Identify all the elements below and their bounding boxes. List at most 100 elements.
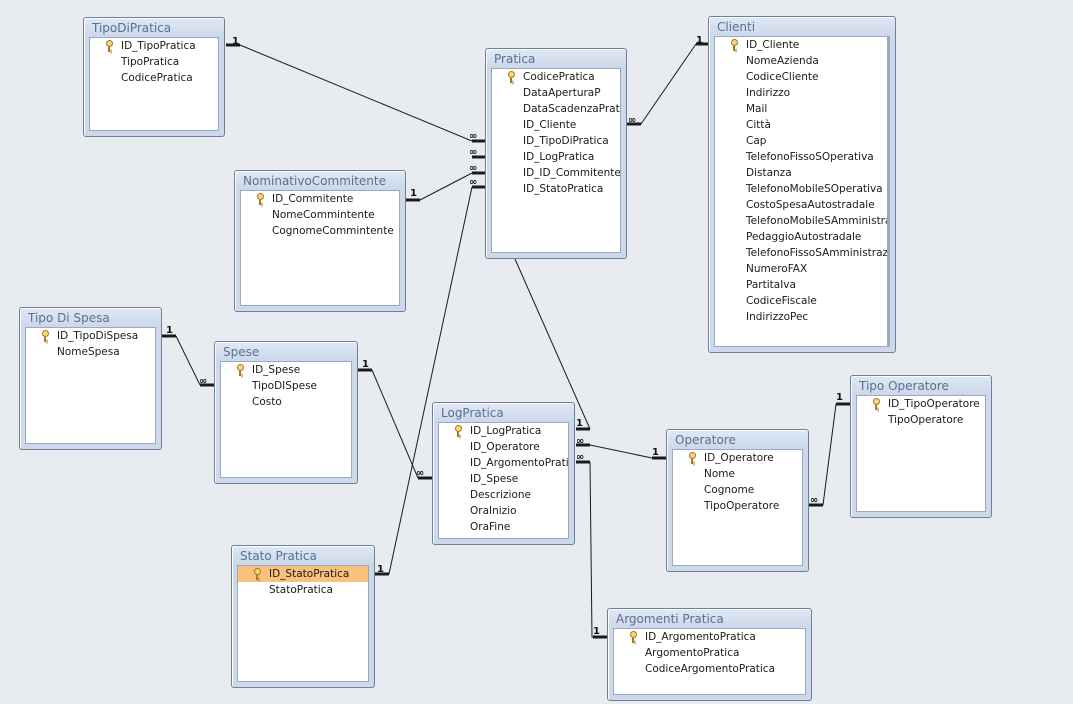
relationship-line xyxy=(822,403,837,506)
cardinality-one-label: 1 xyxy=(377,564,384,575)
table-stato-pratica[interactable]: Stato Pratica ID_StatoPratica StatoPrati… xyxy=(231,545,375,688)
table-log-pratica[interactable]: LogPratica ID_LogPratica ID_Operatore ID… xyxy=(432,402,575,545)
field-row[interactable]: Distanza xyxy=(715,165,887,181)
field-row[interactable]: PedaggioAutostradale xyxy=(715,229,887,245)
field-list: ID_StatoPratica StatoPratica xyxy=(237,565,369,682)
field-row[interactable]: TelefonoMobileSOperativa xyxy=(715,181,887,197)
field-row[interactable]: NomeSpesa xyxy=(26,344,155,360)
table-title[interactable]: NominativoCommitente xyxy=(241,171,399,190)
field-row[interactable]: NomeAzienda xyxy=(715,53,887,69)
field-row[interactable]: Nome xyxy=(673,466,802,482)
field-row[interactable]: ID_TipoDiPratica xyxy=(492,133,620,149)
field-row[interactable]: Cognome xyxy=(673,482,802,498)
field-row[interactable]: Costo xyxy=(221,394,351,410)
field-row[interactable]: TelefonoMobileSAmministrazi xyxy=(715,213,887,229)
field-row[interactable]: ID_Cliente xyxy=(715,37,887,53)
field-row[interactable]: TipoOperatore xyxy=(857,412,985,428)
table-title[interactable]: Tipo Di Spesa xyxy=(26,308,155,327)
field-row[interactable]: ID_TipoDiSpesa xyxy=(26,328,155,344)
table-spese[interactable]: Spese ID_Spese TipoDISpese Costo xyxy=(214,341,358,484)
cardinality-one-label: 1 xyxy=(836,392,843,403)
cardinality-many-label: ∞ xyxy=(469,177,477,188)
cardinality-many-label: ∞ xyxy=(199,376,207,387)
field-row[interactable]: ID_ArgomentoPratica xyxy=(439,455,568,471)
table-tipo-di-spesa[interactable]: Tipo Di Spesa ID_TipoDiSpesa NomeSpesa xyxy=(19,307,162,450)
field-row[interactable]: DataAperturaP xyxy=(492,85,620,101)
cardinality-many-label: ∞ xyxy=(628,115,636,126)
field-row[interactable]: ID_Operatore xyxy=(439,439,568,455)
table-title[interactable]: Pratica xyxy=(492,49,620,68)
field-row[interactable]: CodicePratica xyxy=(90,70,218,86)
field-row[interactable]: ID_Spese xyxy=(439,471,568,487)
field-row[interactable]: ID_TipoPratica xyxy=(90,38,218,54)
table-operatore[interactable]: Operatore ID_Operatore Nome Cognome Tipo… xyxy=(666,429,809,572)
table-title[interactable]: LogPratica xyxy=(439,403,568,422)
table-title[interactable]: Spese xyxy=(221,342,351,361)
field-row[interactable]: ID_Spese xyxy=(221,362,351,378)
field-row[interactable]: TelefonoFissoSAmministrazior xyxy=(715,245,887,261)
field-row[interactable]: Descrizione xyxy=(439,487,568,503)
field-row[interactable]: ID_TipoOperatore xyxy=(857,396,985,412)
table-nominativo-commitente[interactable]: NominativoCommitente ID_Commitente NomeC… xyxy=(234,170,406,312)
field-row[interactable]: ArgomentoPratica xyxy=(614,645,805,661)
field-row[interactable]: IndirizzoPec xyxy=(715,309,887,325)
cardinality-one-label: 1 xyxy=(593,626,600,637)
relationship-line xyxy=(239,44,473,142)
cardinality-one-label: 1 xyxy=(696,35,703,46)
field-row[interactable]: Mail xyxy=(715,101,887,117)
cardinality-one-label: 1 xyxy=(362,359,369,370)
relationship-line xyxy=(175,335,201,386)
field-row[interactable]: Indirizzo xyxy=(715,85,887,101)
relationship-line xyxy=(419,172,473,201)
table-title[interactable]: Tipo Operatore xyxy=(857,376,985,395)
table-clienti[interactable]: Clienti ID_Cliente NomeAzienda CodiceCli… xyxy=(708,16,896,353)
field-row[interactable]: NumeroFAX xyxy=(715,261,887,277)
primary-key-icon xyxy=(507,71,516,83)
table-title[interactable]: Stato Pratica xyxy=(238,546,368,565)
table-title[interactable]: TipoDiPratica xyxy=(90,18,218,37)
table-tipo-di-pratica[interactable]: TipoDiPratica ID_TipoPratica TipoPratica… xyxy=(83,17,225,137)
field-row[interactable]: TipoOperatore xyxy=(673,498,802,514)
field-row[interactable]: CostoSpesaAutostradale xyxy=(715,197,887,213)
cardinality-many-label: ∞ xyxy=(810,495,818,506)
field-row[interactable]: Città xyxy=(715,117,887,133)
table-title[interactable]: Operatore xyxy=(673,430,802,449)
table-tipo-operatore[interactable]: Tipo Operatore ID_TipoOperatore TipoOper… xyxy=(850,375,992,518)
field-row[interactable]: Cap xyxy=(715,133,887,149)
field-list: CodicePratica DataAperturaP DataScadenza… xyxy=(491,68,621,253)
field-row[interactable]: CognomeCommintente xyxy=(241,223,399,239)
field-row[interactable]: ID_ID_Commitente xyxy=(492,165,620,181)
relationships-canvas: 1 ∞ 1 ∞ 1 ∞ 1 ∞ 1 ∞ 1 ∞ 1 ∞ 1 ∞ 1 ∞ 1 ∞ TipoDiPratica ID_Ti… xyxy=(0,0,1073,704)
primary-key-icon xyxy=(105,40,114,52)
field-row[interactable]: OraInizio xyxy=(439,503,568,519)
field-row[interactable]: TipoPratica xyxy=(90,54,218,70)
primary-key-icon xyxy=(730,39,739,51)
field-row[interactable]: NomeCommintente xyxy=(241,207,399,223)
field-row[interactable]: ID_Commitente xyxy=(241,191,399,207)
cardinality-one-label: 1 xyxy=(576,418,583,429)
relationship-line xyxy=(589,444,653,459)
field-row[interactable]: ID_LogPratica xyxy=(439,423,568,439)
field-row[interactable]: ID_Operatore xyxy=(673,450,802,466)
field-row-selected[interactable]: ID_StatoPratica xyxy=(238,566,368,582)
field-row[interactable]: DataScadenzaPratica xyxy=(492,101,620,117)
field-row[interactable]: OraFine xyxy=(439,519,568,535)
field-row[interactable]: CodiceFiscale xyxy=(715,293,887,309)
field-row[interactable]: TelefonoFissoSOperativa xyxy=(715,149,887,165)
field-row[interactable]: ID_Cliente xyxy=(492,117,620,133)
field-row[interactable]: StatoPratica xyxy=(238,582,368,598)
field-row[interactable]: PartitaIva xyxy=(715,277,887,293)
field-list: ID_TipoOperatore TipoOperatore xyxy=(856,395,986,512)
field-row[interactable]: ID_LogPratica xyxy=(492,149,620,165)
field-row[interactable]: CodiceCliente xyxy=(715,69,887,85)
field-row[interactable]: CodiceArgomentoPratica xyxy=(614,661,805,677)
table-pratica[interactable]: Pratica CodicePratica DataAperturaP Data… xyxy=(485,48,627,259)
field-list: ID_Spese TipoDISpese Costo xyxy=(220,361,352,478)
table-title[interactable]: Clienti xyxy=(715,17,889,36)
table-title[interactable]: Argomenti Pratica xyxy=(614,609,805,628)
table-argomenti-pratica[interactable]: Argomenti Pratica ID_ArgomentoPratica Ar… xyxy=(607,608,812,701)
field-row[interactable]: CodicePratica xyxy=(492,69,620,85)
field-row[interactable]: ID_ArgomentoPratica xyxy=(614,629,805,645)
field-row[interactable]: ID_StatoPratica xyxy=(492,181,620,197)
field-row[interactable]: TipoDISpese xyxy=(221,378,351,394)
